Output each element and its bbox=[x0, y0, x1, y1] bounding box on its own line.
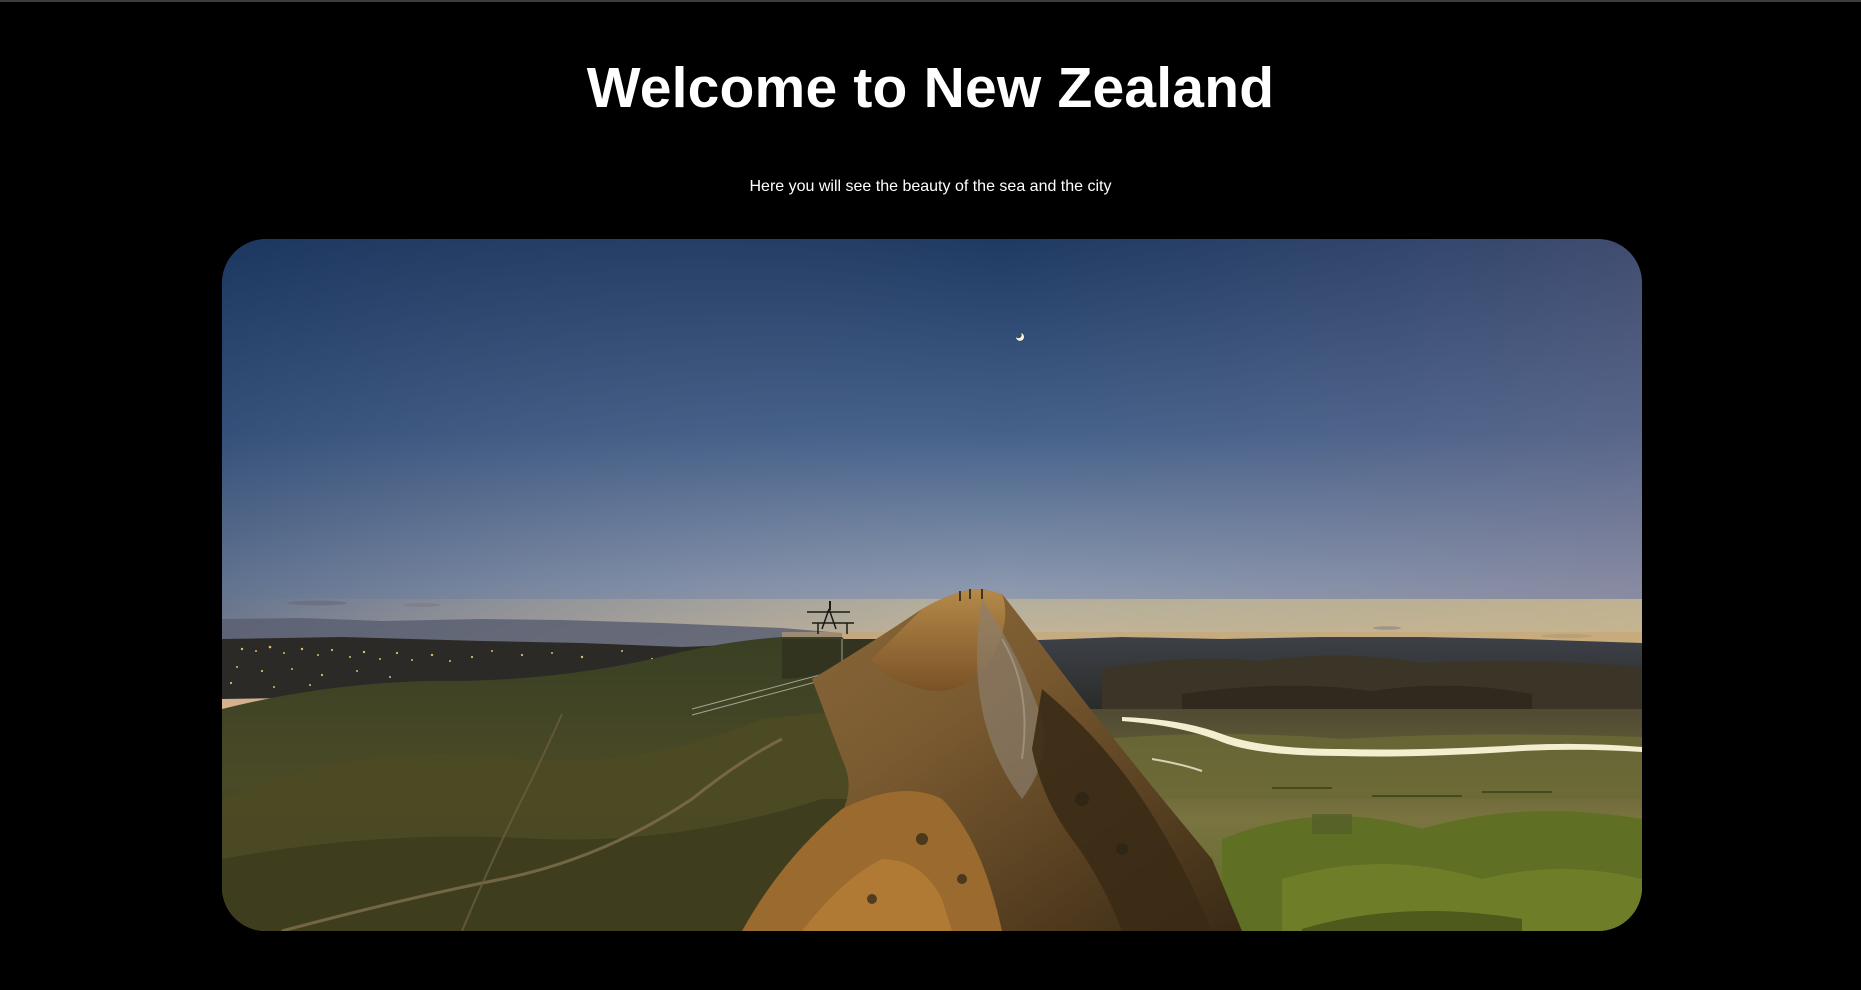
landscape-photo-icon bbox=[222, 239, 1642, 931]
page-subtitle: Here you will see the beauty of the sea … bbox=[749, 178, 1112, 195]
page-title: Welcome to New Zealand bbox=[586, 56, 1275, 120]
page-main: Welcome to New Zealand Here you will see… bbox=[0, 0, 1861, 990]
hero-image bbox=[222, 239, 1642, 931]
